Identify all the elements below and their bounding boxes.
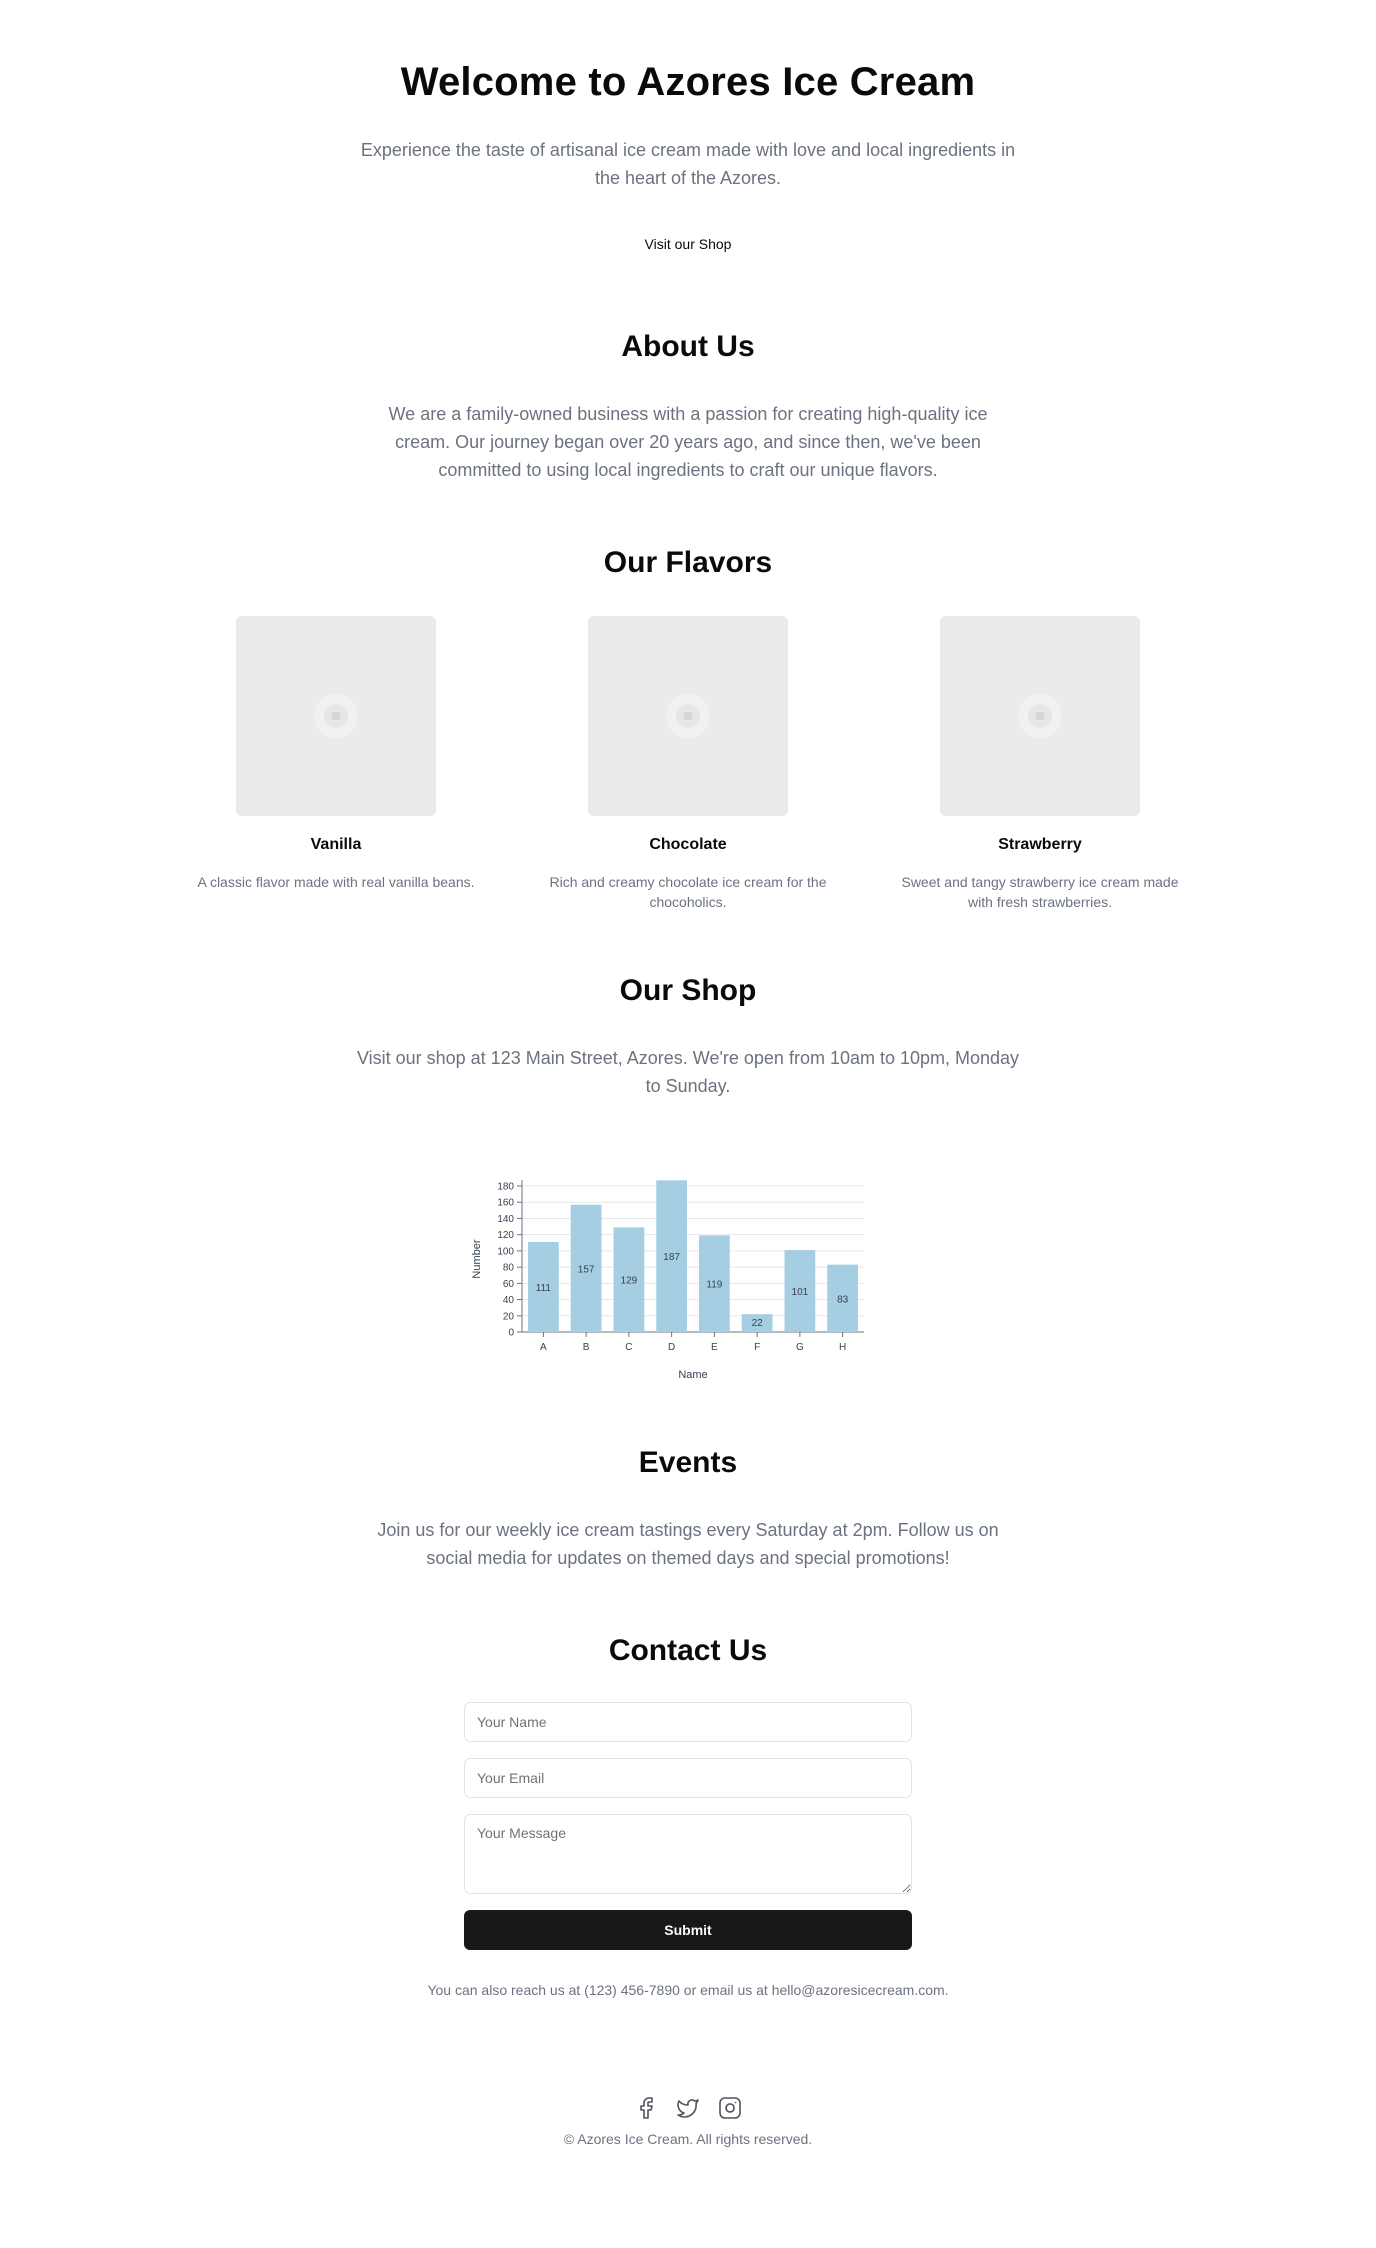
x-tick-label: B (583, 1342, 590, 1353)
flavor-description: Rich and creamy chocolate ice cream for … (528, 872, 848, 912)
y-tick-label: 60 (503, 1279, 515, 1290)
y-tick-label: 20 (503, 1311, 515, 1322)
shop-line1: Visit our shop at 123 Main Street, Azore… (356, 1048, 1020, 1068)
hero-subtitle-line1: Experience the taste of artisanal ice cr… (360, 140, 1016, 160)
x-tick-label: H (839, 1342, 846, 1353)
twitter-icon[interactable] (676, 2096, 700, 2120)
visit-shop-link[interactable]: Visit our Shop (645, 236, 732, 252)
contact-reach-text: You can also reach us at (123) 456-7890 … (427, 1982, 949, 1998)
hero-title: Welcome to Azores Ice Cream (400, 60, 976, 104)
y-tick-label: 160 (497, 1198, 514, 1209)
about-line1: We are a family-owned business with a pa… (388, 404, 988, 424)
flavor-image (940, 616, 1140, 816)
y-tick-label: 140 (497, 1214, 514, 1225)
x-tick-label: E (711, 1342, 718, 1353)
flavor-description: A classic flavor made with real vanilla … (176, 872, 496, 892)
submit-button[interactable]: Submit (464, 1910, 912, 1950)
y-tick-label: 0 (508, 1328, 514, 1339)
copyright-text: © Azores Ice Cream. All rights reserved. (563, 2131, 813, 2147)
hero-cta-wrapper: Visit our Shop (0, 236, 1376, 254)
flavor-name: Vanilla (310, 836, 362, 853)
bar-value-label: 129 (621, 1276, 638, 1287)
shop-line2: to Sunday. (645, 1076, 731, 1096)
x-tick-label: C (625, 1342, 632, 1353)
flavor-image (236, 616, 436, 816)
y-tick-label: 80 (503, 1263, 515, 1274)
facebook-icon[interactable] (634, 2096, 658, 2120)
y-tick-label: 40 (503, 1295, 515, 1306)
flavor-description: Sweet and tangy strawberry ice cream mad… (880, 872, 1200, 912)
flavor-name: Strawberry (998, 836, 1082, 853)
about-text: We are a family-owned business with a pa… (0, 400, 1376, 484)
message-field[interactable] (464, 1814, 912, 1894)
flavor-name: Chocolate (649, 836, 727, 853)
hero-subtitle-line2: the heart of the Azores. (594, 168, 782, 188)
flavor-card-chocolate: Chocolate Rich and creamy chocolate ice … (528, 616, 848, 912)
hero-subtitle: Experience the taste of artisanal ice cr… (0, 136, 1376, 192)
x-tick-label: G (796, 1342, 804, 1353)
x-tick-label: F (754, 1342, 760, 1353)
flavor-card-strawberry: Strawberry Sweet and tangy strawberry ic… (880, 616, 1200, 912)
y-tick-label: 100 (497, 1246, 514, 1257)
x-tick-label: D (668, 1342, 675, 1353)
bar-value-label: 111 (536, 1283, 552, 1294)
about-line2: cream. Our journey began over 20 years a… (395, 432, 981, 452)
flavor-card-vanilla: Vanilla A classic flavor made with real … (176, 616, 496, 892)
bar-value-label: 101 (792, 1287, 809, 1298)
bar-value-label: 187 (663, 1252, 680, 1263)
events-text: Join us for our weekly ice cream tasting… (0, 1516, 1376, 1572)
events-line2: social media for updates on themed days … (426, 1548, 950, 1568)
name-field[interactable] (464, 1702, 912, 1742)
instagram-icon[interactable] (718, 2096, 742, 2120)
bar-value-label: 83 (837, 1294, 849, 1305)
image-placeholder-icon-dot (684, 712, 692, 720)
y-tick-label: 180 (497, 1182, 514, 1193)
flavor-desc-line2: with fresh strawberries. (968, 894, 1112, 910)
image-placeholder-icon-dot (332, 712, 340, 720)
flavor-desc-line1: Sweet and tangy strawberry ice cream mad… (901, 874, 1179, 890)
flavor-desc-line2: chocoholics. (649, 894, 727, 910)
shop-bar-chart: 0 20 40 60 80 100 120 140 160 180 111 A 157 B 129 C 187 D… (471, 1180, 864, 1381)
about-title: About Us (621, 330, 755, 363)
flavor-desc-line1: A classic flavor made with real vanilla … (197, 874, 475, 890)
contact-title: Contact Us (608, 1634, 768, 1667)
flavors-title: Our Flavors (603, 546, 773, 579)
social-links (0, 2096, 1376, 2125)
flavor-desc-line1: Rich and creamy chocolate ice cream for … (549, 874, 827, 890)
shop-title: Our Shop (619, 974, 757, 1007)
x-axis-label: Name (678, 1369, 707, 1381)
bar-value-label: 157 (578, 1264, 595, 1275)
y-tick-label: 120 (497, 1230, 514, 1241)
about-line3: committed to using local ingredients to … (438, 460, 938, 480)
x-tick-label: A (540, 1342, 547, 1353)
events-title: Events (638, 1446, 738, 1479)
bar-value-label: 119 (706, 1280, 722, 1291)
bar-value-label: 22 (752, 1318, 764, 1329)
flavor-image (588, 616, 788, 816)
shop-text: Visit our shop at 123 Main Street, Azore… (0, 1044, 1376, 1100)
image-placeholder-icon-dot (1036, 712, 1044, 720)
events-line1: Join us for our weekly ice cream tasting… (377, 1520, 999, 1540)
y-axis-label: Number (471, 1239, 483, 1278)
email-field[interactable] (464, 1758, 912, 1798)
